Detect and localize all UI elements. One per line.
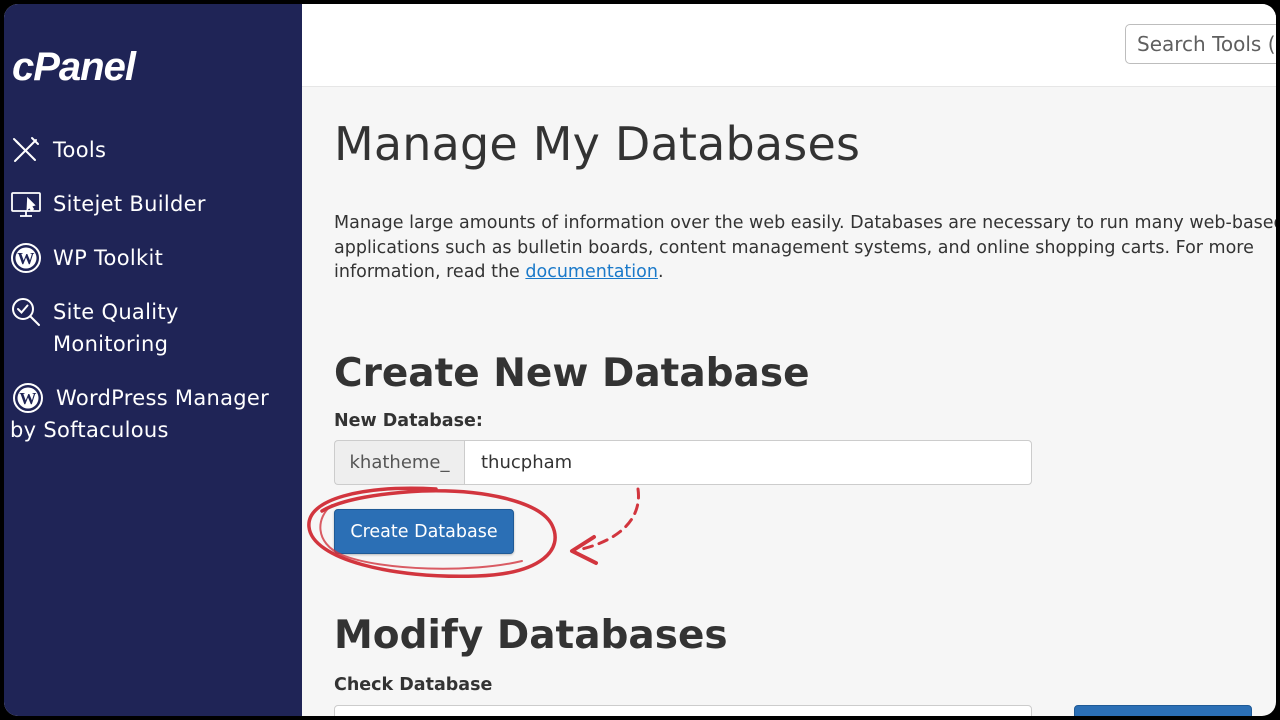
new-database-input-group: khatheme_ <box>334 440 1032 485</box>
svg-text:cPanel: cPanel <box>12 45 137 88</box>
sidebar-item-label: WP Toolkit <box>53 246 164 270</box>
tools-icon <box>13 137 39 162</box>
modify-databases-heading: Modify Databases <box>334 613 728 658</box>
wordpress-icon: W <box>11 243 41 273</box>
check-database-label: Check Database <box>334 675 493 695</box>
top-bar <box>302 4 1276 87</box>
sidebar: cPanel Tools Sitejet Builder W WP Toolki… <box>4 4 302 716</box>
sidebar-item-label: Site Quality Monitoring <box>53 300 179 356</box>
new-database-input[interactable] <box>464 440 1032 485</box>
cpanel-logo: cPanel <box>12 45 138 88</box>
sidebar-item-wordpress-manager[interactable]: W WordPress Manager by Softaculous <box>4 382 294 480</box>
sidebar-item-label: Tools <box>53 138 107 162</box>
create-database-heading: Create New Database <box>334 351 810 396</box>
documentation-link[interactable]: documentation <box>525 262 658 282</box>
search-check-icon <box>12 298 40 326</box>
page-description: Manage large amounts of information over… <box>334 213 1276 282</box>
sidebar-item-site-quality[interactable]: Site Quality Monitoring <box>4 296 294 362</box>
page-title: Manage My Databases <box>334 117 861 171</box>
check-database-button[interactable] <box>1074 705 1252 716</box>
create-database-button[interactable]: Create Database <box>334 509 514 554</box>
sidebar-item-label: Sitejet Builder <box>53 192 206 216</box>
svg-text:W: W <box>17 249 34 268</box>
annotation-arrow-head <box>570 535 598 565</box>
main-content: Manage My Databases Manage large amounts… <box>302 87 1276 716</box>
app-window: cPanel Tools Sitejet Builder W WP Toolki… <box>4 4 1276 716</box>
check-database-select[interactable] <box>334 705 1032 716</box>
search-tools-input[interactable] <box>1125 24 1276 64</box>
annotation-dashed-arrow <box>580 487 640 551</box>
monitor-icon <box>11 192 41 217</box>
new-database-label: New Database: <box>334 411 483 431</box>
sidebar-item-label: WordPress Manager by Softaculous <box>10 386 270 442</box>
database-prefix: khatheme_ <box>334 440 464 485</box>
